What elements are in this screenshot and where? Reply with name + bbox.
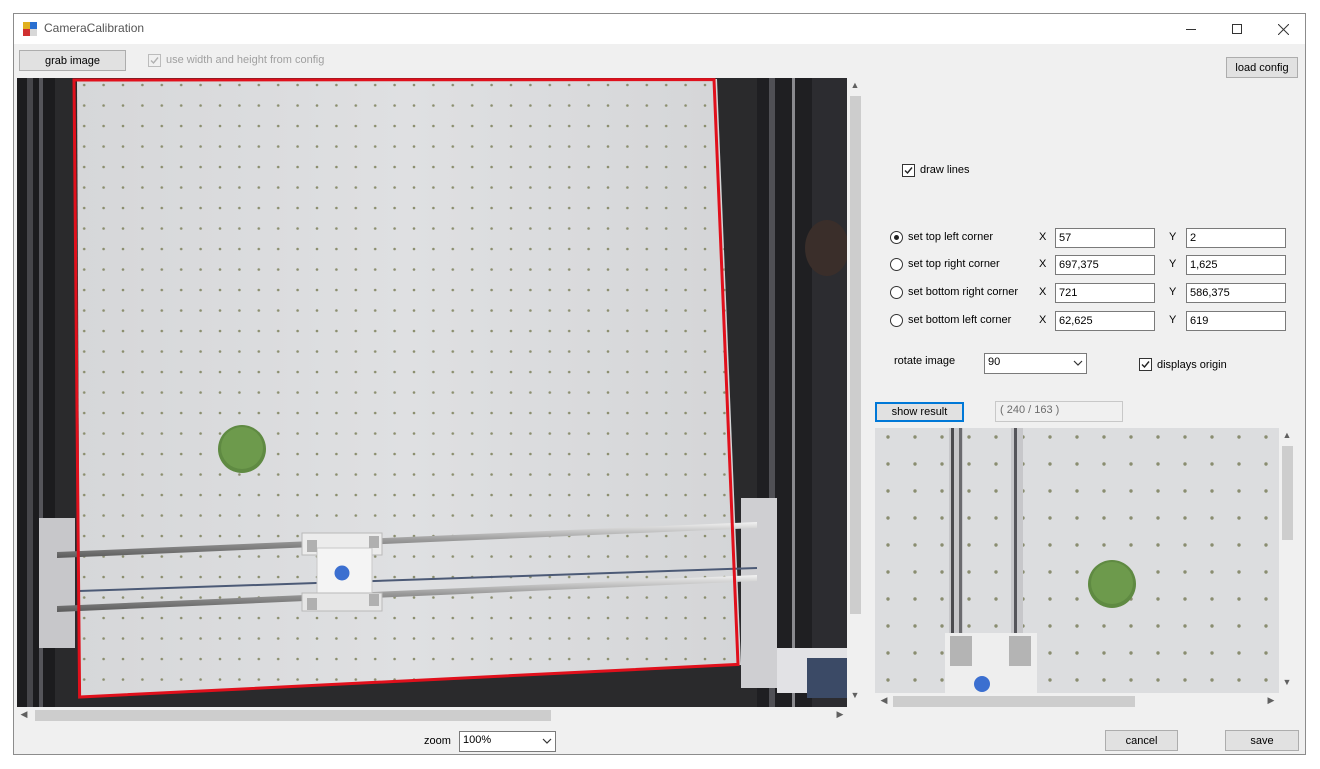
- result-vscroll-thumb[interactable]: [1282, 446, 1293, 540]
- coords-readout: ( 240 / 163 ): [995, 401, 1123, 422]
- app-icon: [23, 22, 37, 36]
- viewer-horizontal-scrollbar[interactable]: ◀ ▶: [17, 707, 847, 724]
- use-config-checkbox[interactable]: [148, 54, 161, 67]
- displays-origin-label: displays origin: [1157, 359, 1227, 371]
- minimize-icon: [1186, 29, 1196, 30]
- result-hscroll-thumb[interactable]: [893, 696, 1135, 707]
- top-right-label: set top right corner: [908, 258, 1000, 270]
- checkmark-icon: [904, 167, 913, 175]
- viewer-vertical-scrollbar[interactable]: ▲ ▼: [847, 78, 864, 707]
- radio-top-right[interactable]: [890, 258, 903, 271]
- viewer-hscroll-thumb[interactable]: [35, 710, 551, 721]
- camera-image-viewer[interactable]: [17, 78, 847, 707]
- zoom-select[interactable]: 100%: [459, 731, 556, 752]
- rotate-image-select[interactable]: 90: [984, 353, 1087, 374]
- chevron-down-icon: [542, 738, 552, 744]
- window-title: CameraCalibration: [44, 21, 145, 35]
- scroll-left-icon[interactable]: ◀: [877, 695, 891, 706]
- result-horizontal-scrollbar[interactable]: ◀ ▶: [875, 693, 1279, 710]
- radio-top-left[interactable]: [890, 231, 903, 244]
- grab-image-label: grab image: [44, 54, 101, 67]
- result-vertical-scrollbar[interactable]: ▲ ▼: [1279, 428, 1296, 693]
- bottom-right-y-field[interactable]: 586,375: [1186, 283, 1286, 303]
- x-label: X: [1039, 286, 1047, 298]
- scroll-right-icon[interactable]: ▶: [1264, 695, 1278, 706]
- scroll-left-icon[interactable]: ◀: [17, 709, 31, 720]
- show-result-label: show result: [891, 406, 948, 418]
- load-config-label: load config: [1235, 61, 1289, 74]
- scroll-right-icon[interactable]: ▶: [833, 709, 847, 720]
- cancel-label: cancel: [1125, 734, 1158, 747]
- camera-calibration-window: CameraCalibration grab image use width a…: [13, 13, 1306, 755]
- load-config-button[interactable]: load config: [1226, 57, 1298, 78]
- zoom-label: zoom: [424, 735, 451, 747]
- scroll-down-icon[interactable]: ▼: [848, 690, 862, 700]
- top-right-y-field[interactable]: 1,625: [1186, 255, 1286, 275]
- y-label: Y: [1169, 314, 1177, 326]
- top-left-label: set top left corner: [908, 231, 993, 243]
- chevron-down-icon: [1073, 360, 1083, 366]
- top-right-x-field[interactable]: 697,375: [1055, 255, 1155, 275]
- scroll-up-icon[interactable]: ▲: [1280, 430, 1294, 440]
- rotate-image-label: rotate image: [894, 355, 956, 367]
- camera-image: [17, 78, 847, 707]
- viewer-vscroll-thumb[interactable]: [850, 96, 861, 614]
- close-icon: [1277, 23, 1289, 35]
- top-left-y-field[interactable]: 2: [1186, 228, 1286, 248]
- rotate-image-value: 90: [988, 356, 1001, 368]
- bottom-left-label: set bottom left corner: [908, 314, 1012, 326]
- minimize-button[interactable]: [1168, 14, 1214, 44]
- scroll-down-icon[interactable]: ▼: [1280, 677, 1294, 687]
- title-bar: CameraCalibration: [14, 14, 1305, 44]
- checkmark-icon: [1141, 361, 1150, 369]
- displays-origin-checkbox[interactable]: [1139, 358, 1152, 371]
- result-preview[interactable]: [875, 428, 1279, 693]
- checkmark-icon: [150, 57, 159, 65]
- maximize-icon: [1232, 24, 1242, 34]
- bottom-right-label: set bottom right corner: [908, 286, 1019, 298]
- save-button[interactable]: save: [1225, 730, 1299, 751]
- bottom-left-x-field[interactable]: 62,625: [1055, 311, 1155, 331]
- top-left-x-field[interactable]: 57: [1055, 228, 1155, 248]
- x-label: X: [1039, 231, 1047, 243]
- result-image: [875, 428, 1279, 693]
- close-button[interactable]: [1260, 14, 1305, 44]
- x-label: X: [1039, 314, 1047, 326]
- radio-selected-dot: [894, 235, 899, 240]
- y-label: Y: [1169, 286, 1177, 298]
- maximize-button[interactable]: [1214, 14, 1260, 44]
- radio-bottom-left[interactable]: [890, 314, 903, 327]
- radio-bottom-right[interactable]: [890, 286, 903, 299]
- show-result-button[interactable]: show result: [875, 402, 964, 422]
- y-label: Y: [1169, 231, 1177, 243]
- bottom-left-y-field[interactable]: 619: [1186, 311, 1286, 331]
- scroll-up-icon[interactable]: ▲: [848, 80, 862, 90]
- grab-image-button[interactable]: grab image: [19, 50, 126, 71]
- zoom-value: 100%: [463, 734, 492, 746]
- cancel-button[interactable]: cancel: [1105, 730, 1178, 751]
- y-label: Y: [1169, 258, 1177, 270]
- draw-lines-checkbox[interactable]: [902, 164, 915, 177]
- draw-lines-label: draw lines: [920, 164, 970, 176]
- bottom-right-x-field[interactable]: 721: [1055, 283, 1155, 303]
- save-label: save: [1250, 734, 1274, 747]
- use-config-label: use width and height from config: [166, 54, 325, 66]
- x-label: X: [1039, 258, 1047, 270]
